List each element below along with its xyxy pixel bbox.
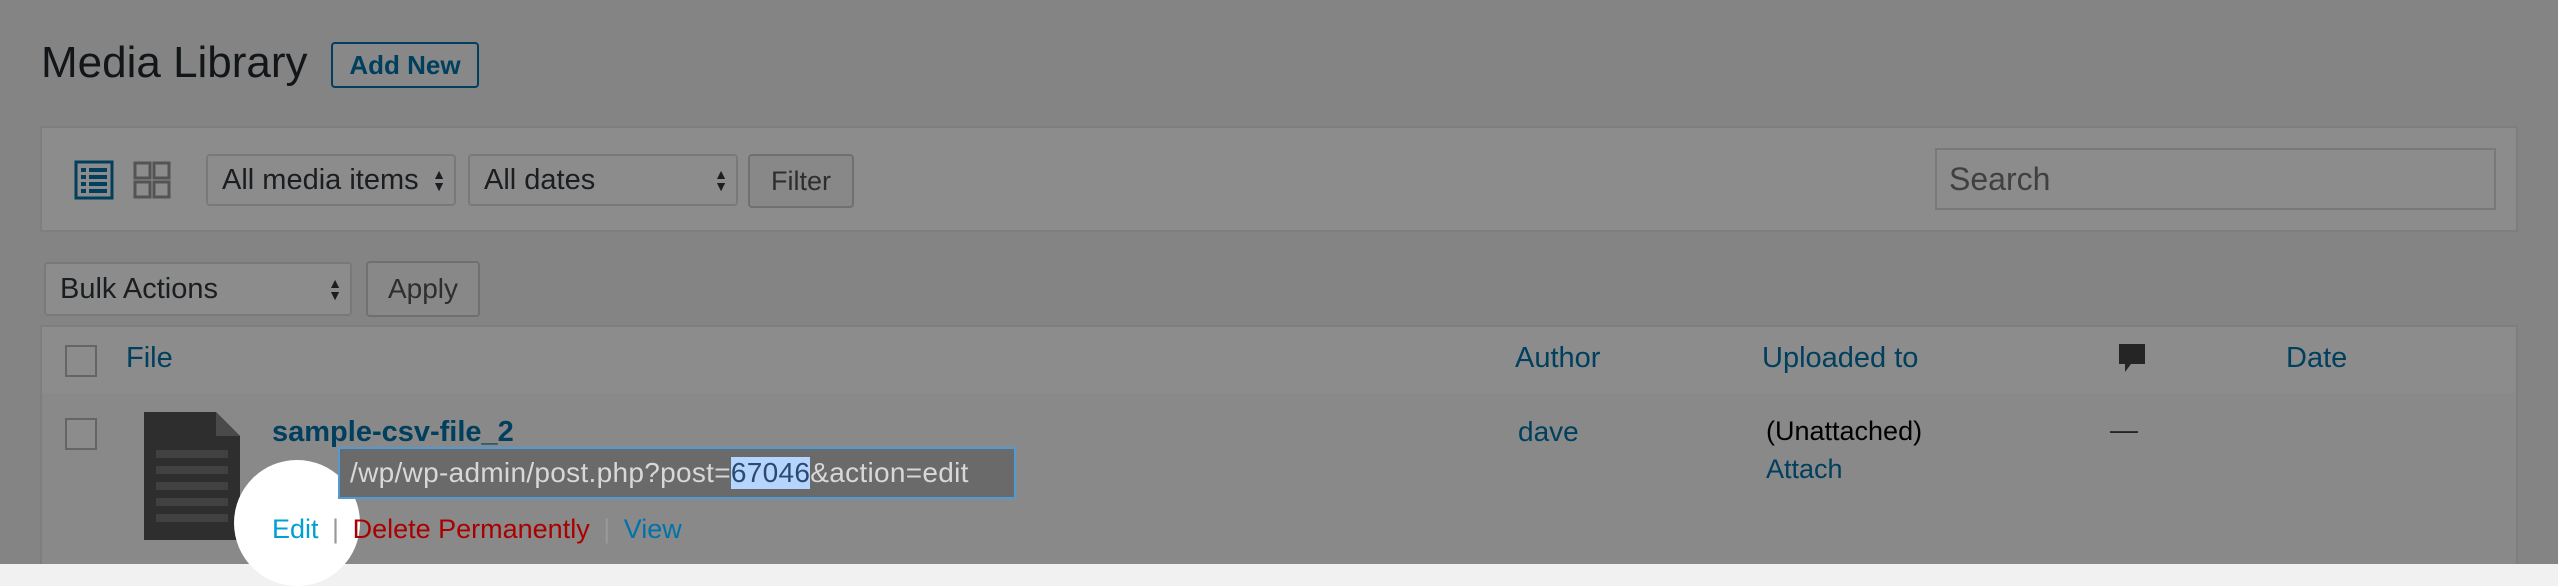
view-link[interactable]: View (624, 514, 682, 544)
url-suffix: &action=edit (810, 457, 969, 488)
post-id-highlight: 67046 (730, 457, 811, 489)
row-actions: Edit | Delete Permanently | View (272, 514, 682, 545)
url-prefix: /wp/wp-admin/post.php?post= (350, 457, 731, 488)
action-separator: | (603, 514, 611, 544)
edit-link[interactable]: Edit (272, 514, 319, 544)
action-separator: | (332, 514, 340, 544)
delete-permanently-link[interactable]: Delete Permanently (353, 514, 590, 544)
url-tooltip: /wp/wp-admin/post.php?post= 67046 &action=… (338, 447, 1016, 499)
